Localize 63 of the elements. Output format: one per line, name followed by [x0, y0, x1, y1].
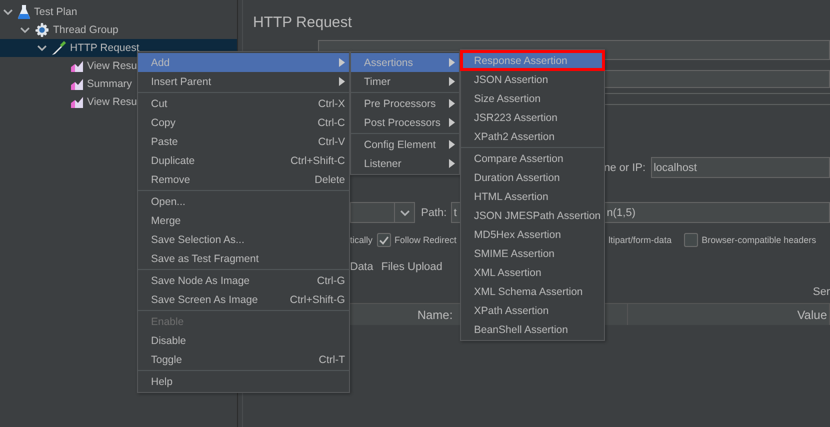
tree-row[interactable]: Thread Group: [0, 21, 237, 39]
menu-item[interactable]: Copy Ctrl-C: [138, 113, 349, 132]
tree-item-label: View Resu: [87, 96, 137, 108]
server-field[interactable]: localhost: [650, 157, 830, 178]
chart-icon: [70, 95, 84, 109]
menu-item[interactable]: Save Selection As...: [138, 230, 349, 249]
menu-item[interactable]: XPath Assertion: [461, 301, 604, 320]
menu-item[interactable]: Disable: [138, 331, 349, 350]
menu-item[interactable]: Open...: [138, 192, 349, 211]
menu-item[interactable]: Paste Ctrl-V: [138, 132, 349, 151]
menu-item[interactable]: Duplicate Ctrl+Shift-C: [138, 151, 349, 170]
menu-item[interactable]: Pre Processors: [351, 94, 459, 113]
menu-item[interactable]: Compare Assertion: [461, 149, 604, 168]
gear-icon: [34, 22, 50, 38]
menu-item[interactable]: XML Schema Assertion: [461, 282, 604, 301]
menu-item[interactable]: JSON Assertion: [461, 70, 604, 89]
tree-item-label: Summary: [87, 78, 132, 90]
menu-item[interactable]: XML Assertion: [461, 263, 604, 282]
menu-item[interactable]: Remove Delete: [138, 170, 349, 189]
menu-item[interactable]: Listener: [351, 154, 459, 173]
option-label: tically: [350, 235, 373, 245]
checkbox-label: Browser-compatible headers: [702, 235, 816, 245]
chevron-down-icon[interactable]: [400, 210, 410, 216]
menu-item[interactable]: Cut Ctrl-X: [138, 94, 349, 113]
tree-item-label: HTTP Request: [70, 42, 140, 54]
pipette-icon: [51, 40, 67, 56]
section-label: Ser: [812, 286, 830, 298]
menu-item[interactable]: Save as Test Fragment: [138, 249, 349, 268]
menu-item[interactable]: Size Assertion: [461, 89, 604, 108]
menu-item[interactable]: Save Node As Image Ctrl-G: [138, 271, 349, 290]
menu-item[interactable]: XPath2 Assertion: [461, 127, 604, 146]
option-label: ltipart/form-data: [608, 235, 672, 245]
menu-item[interactable]: SMIME Assertion: [461, 244, 604, 263]
tree-item-label: View Resu: [87, 60, 137, 72]
chevron-down-icon[interactable]: [37, 45, 47, 51]
menu-item[interactable]: Post Processors: [351, 113, 459, 132]
chevron-down-icon[interactable]: [3, 9, 13, 15]
menu-item[interactable]: JSON JMESPath Assertion: [461, 206, 604, 225]
chart-icon: [70, 77, 84, 91]
tab[interactable]: Data: [350, 261, 374, 273]
menu-item[interactable]: Timer: [351, 72, 459, 91]
tree-item-label: Test Plan: [34, 6, 78, 18]
menu-item[interactable]: Duration Assertion: [461, 168, 604, 187]
column-header: Value: [628, 304, 830, 325]
menu-item[interactable]: JSR223 Assertion: [461, 108, 604, 127]
menu-item[interactable]: Help: [138, 372, 349, 391]
chart-icon: [70, 59, 84, 73]
checkbox[interactable]: [684, 233, 698, 247]
menu-item[interactable]: Config Element: [351, 135, 459, 154]
chevron-down-icon[interactable]: [20, 27, 30, 33]
menu-item[interactable]: Merge: [138, 211, 349, 230]
checkbox-label: Follow Redirect: [394, 235, 457, 245]
tab[interactable]: Files Upload: [381, 261, 442, 273]
flask-icon: [17, 4, 31, 20]
menu-item[interactable]: MD5Hex Assertion: [461, 225, 604, 244]
field-label: Path:: [421, 206, 447, 218]
field-label: ne or IP:: [604, 162, 646, 174]
panel-title: HTTP Request: [252, 13, 353, 33]
tree-row[interactable]: Test Plan: [0, 3, 237, 21]
tree-item-label: Thread Group: [53, 24, 118, 36]
checkbox[interactable]: [376, 233, 391, 247]
menu-item[interactable]: Toggle Ctrl-T: [138, 350, 349, 369]
menu-item[interactable]: Insert Parent: [138, 72, 349, 91]
